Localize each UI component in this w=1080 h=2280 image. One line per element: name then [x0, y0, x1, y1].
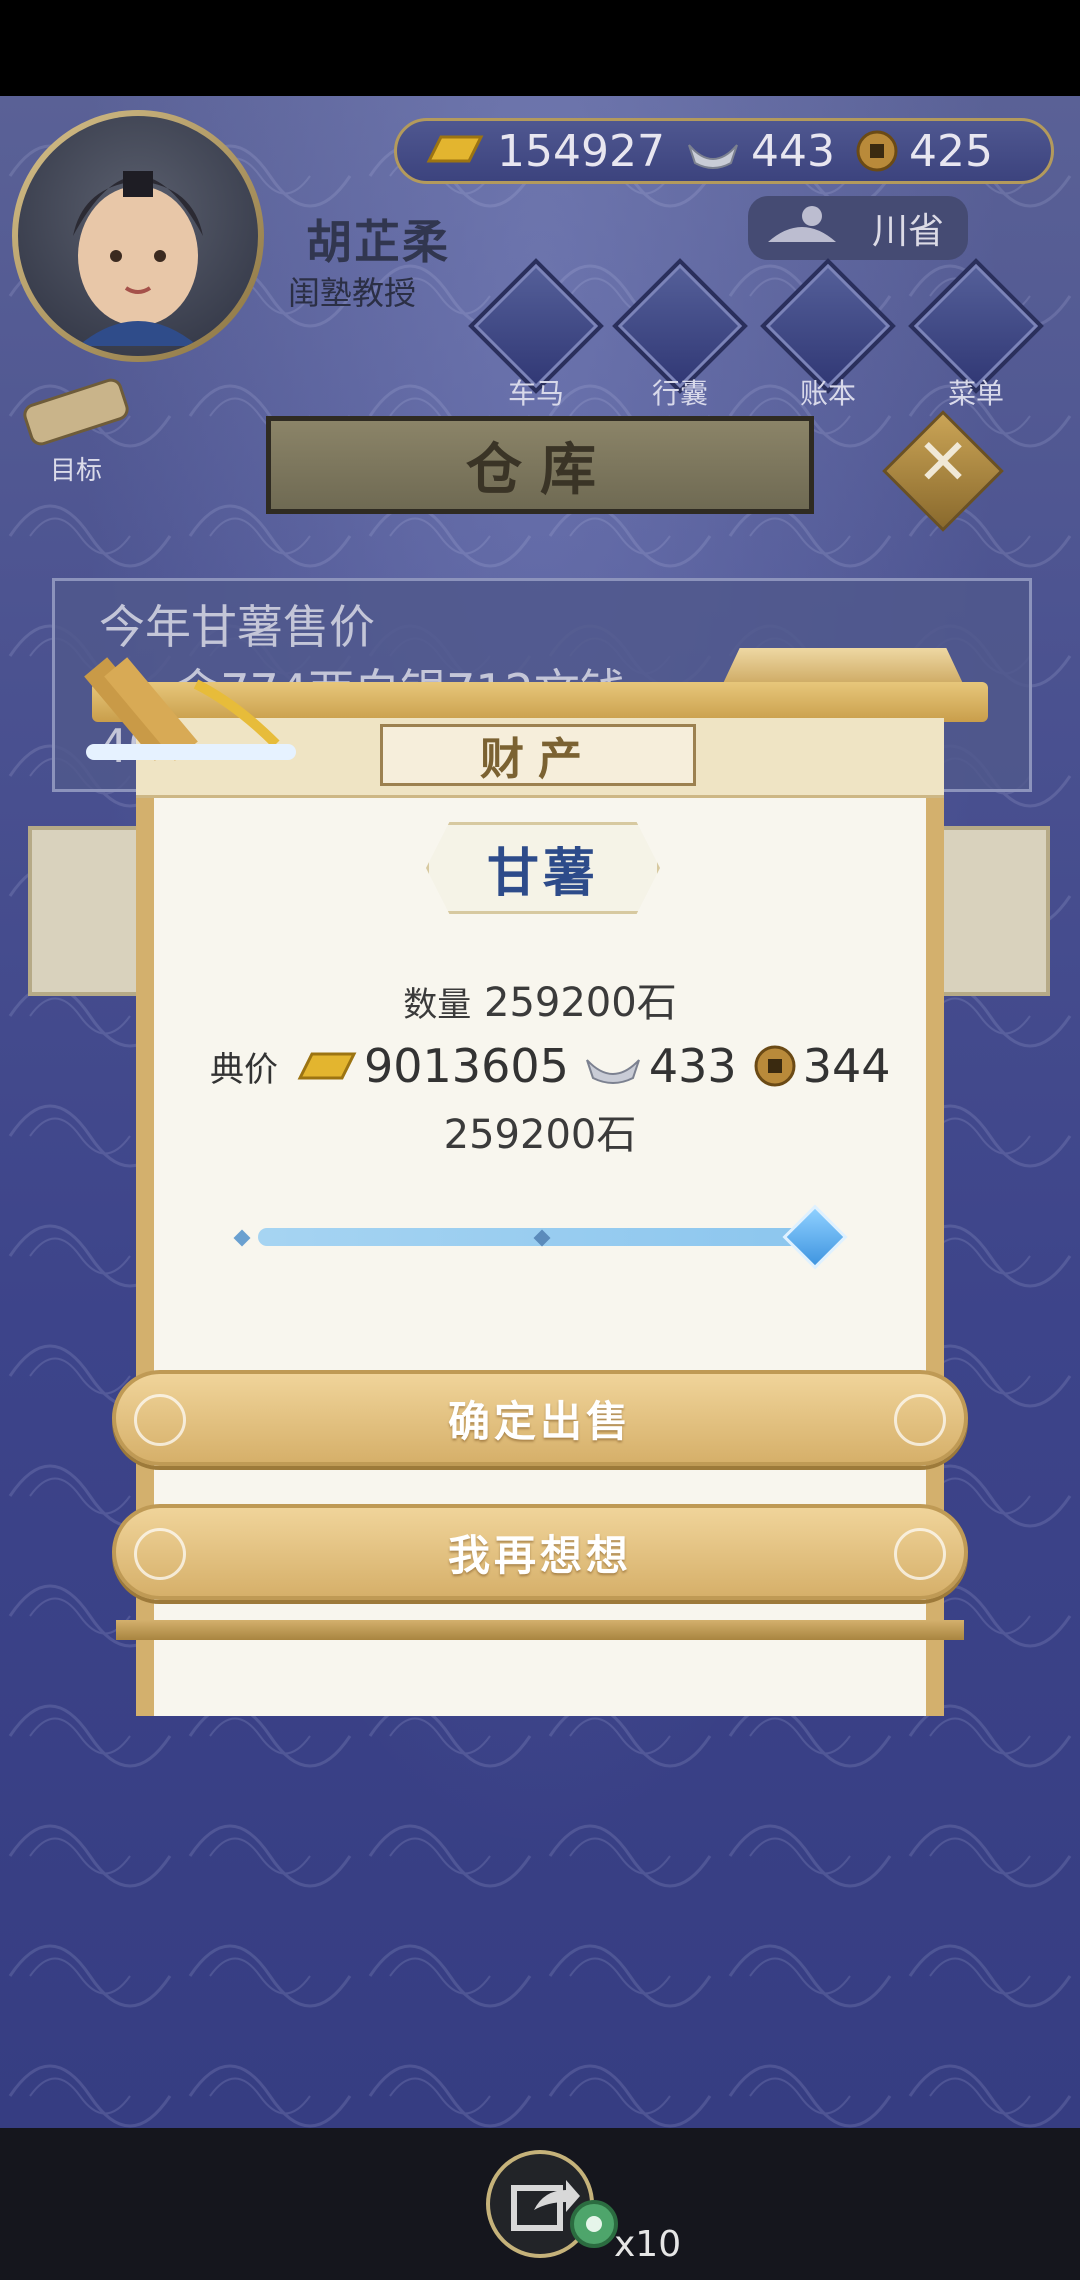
dialog-title-tag: 财产: [380, 724, 696, 786]
copper-coin-icon: [856, 130, 898, 172]
reconsider-label: 我再想想: [447, 1530, 632, 1580]
price-label: 典价: [210, 1049, 278, 1090]
price-silver: 433: [648, 1039, 737, 1093]
status-bar: [0, 0, 1080, 96]
reconsider-button[interactable]: 我再想想: [112, 1504, 968, 1600]
cloud-ornament-icon: [134, 1528, 186, 1580]
nav-carriage-label: 车马: [507, 377, 564, 410]
item-name: 甘薯: [486, 843, 599, 904]
dialog-bottom-rod: [116, 1620, 964, 1640]
gold-ingot-icon: [297, 1052, 357, 1080]
copper-coin-icon: [754, 1045, 796, 1087]
player-name: 胡芷柔: [306, 215, 450, 269]
currency-bar: 154927 443 425: [394, 118, 1054, 184]
gold-amount: 154927: [497, 125, 665, 177]
close-icon: ✕: [916, 426, 970, 500]
pawn-price-row: 典价 9013605 433 344: [210, 1036, 891, 1096]
item-name-tag: 甘薯: [426, 822, 660, 914]
goal-button[interactable]: 目标: [16, 376, 136, 486]
nav-ledger-label: 账本: [799, 377, 856, 410]
nav-bag[interactable]: 行囊: [610, 258, 750, 418]
share-reward-count: x10: [614, 2224, 682, 2265]
price-gold: 9013605: [364, 1039, 569, 1093]
cloud-ornament-icon: [894, 1528, 946, 1580]
confirm-sell-button[interactable]: 确定出售: [112, 1370, 968, 1466]
warehouse-title: 仓库: [466, 436, 614, 503]
quantity-label: 数量: [403, 985, 472, 1025]
nav-ledger[interactable]: 账本: [758, 258, 898, 418]
location-button[interactable]: 川省: [748, 196, 968, 260]
location-label: 川省: [871, 211, 944, 252]
dialog-title: 财产: [480, 734, 596, 785]
confirm-sell-label: 确定出售: [447, 1396, 632, 1446]
bowl-icon: [768, 206, 836, 242]
gold-ingot-icon: [426, 135, 484, 163]
scroll-icon: [23, 378, 129, 446]
wheat-bundle-icon: [84, 657, 296, 761]
coin-amount: 425: [908, 125, 993, 177]
warehouse-banner: 仓库: [266, 416, 814, 514]
cloud-ornament-icon: [894, 1394, 946, 1446]
quantity-row: 数量 259200石: [0, 970, 1080, 1028]
player-title: 闺塾教授: [288, 274, 417, 312]
nav-carriage[interactable]: 车马: [466, 258, 606, 418]
silver-ingot-icon: [688, 144, 738, 169]
silver-ingot-icon: [585, 1059, 640, 1084]
goal-label: 目标: [49, 456, 102, 486]
selected-amount: 259200石: [443, 1112, 637, 1158]
quantity-value: 259200石: [484, 980, 677, 1026]
silver-amount: 443: [750, 125, 835, 177]
nav-menu[interactable]: 菜单: [906, 258, 1046, 418]
nav-menu-label: 菜单: [947, 377, 1004, 410]
player-avatar[interactable]: [12, 110, 264, 362]
nav-bag-label: 行囊: [651, 377, 708, 410]
cloud-ornament-icon: [134, 1394, 186, 1446]
price-coin: 344: [802, 1039, 891, 1093]
avatar-portrait: [18, 116, 258, 356]
